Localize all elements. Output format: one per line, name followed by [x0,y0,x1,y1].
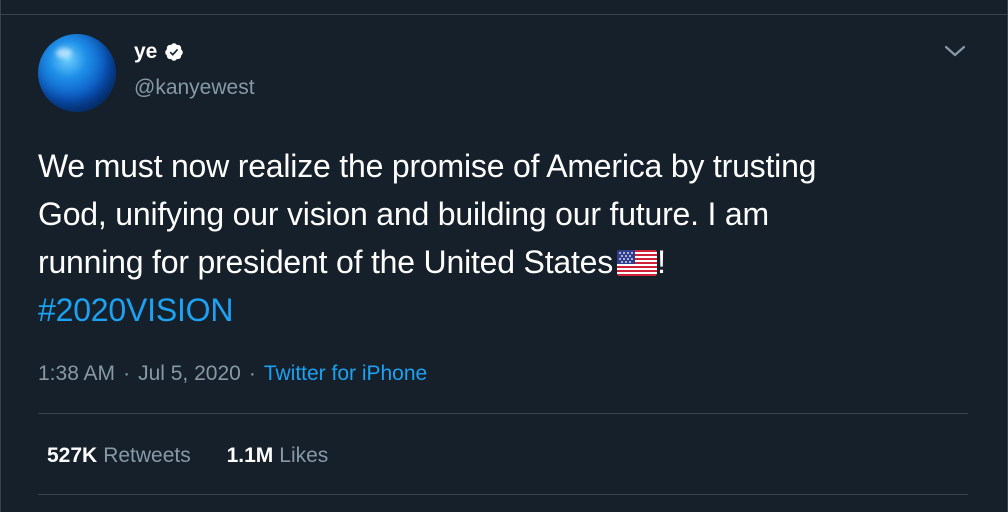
tweet-stats: 527K Retweets 1.1M Likes [47,442,358,470]
tweet-line-1: We must now realize the promise of Ameri… [38,148,817,184]
left-border [0,0,1,512]
top-border [0,14,1008,15]
display-name[interactable]: ye [134,40,157,64]
tweet-meta: 1:38 AM · Jul 5, 2020 · Twitter for iPhone [38,360,427,388]
hashtag-link[interactable]: #2020VISION [38,292,233,328]
tweet-card: ye @kanyewest We must now realize the pr… [0,0,1008,512]
retweets-count: 527K [47,444,98,467]
us-flag-icon [617,250,658,276]
likes-label: Likes [279,444,329,467]
likes-stat[interactable]: 1.1M Likes [227,442,329,470]
tweet-time[interactable]: 1:38 AM [38,362,115,385]
tweet-text: We must now realize the promise of Ameri… [38,142,978,334]
user-handle[interactable]: @kanyewest [134,76,255,100]
chevron-down-icon[interactable] [942,42,968,60]
divider [38,413,968,414]
author-name-row: ye [134,40,184,64]
meta-separator-2: · [248,362,256,385]
retweets-label: Retweets [103,444,191,467]
tweet-line-2: God, unifying our vision and building ou… [38,196,769,232]
verified-badge-icon [165,43,184,61]
hashtag-line: #2020VISION [38,286,978,334]
exclamation: ! [657,244,666,280]
tweet-source-link[interactable]: Twitter for iPhone [264,362,427,385]
tweet-line-3-text: running for president of the United Stat… [38,244,614,280]
retweets-stat[interactable]: 527K Retweets [47,442,191,470]
likes-count: 1.1M [226,444,274,467]
tweet-line-3: running for president of the United Stat… [38,238,978,286]
divider [38,494,968,495]
avatar[interactable] [38,34,116,112]
tweet-date[interactable]: Jul 5, 2020 [138,362,241,385]
meta-separator-1: · [123,362,131,385]
